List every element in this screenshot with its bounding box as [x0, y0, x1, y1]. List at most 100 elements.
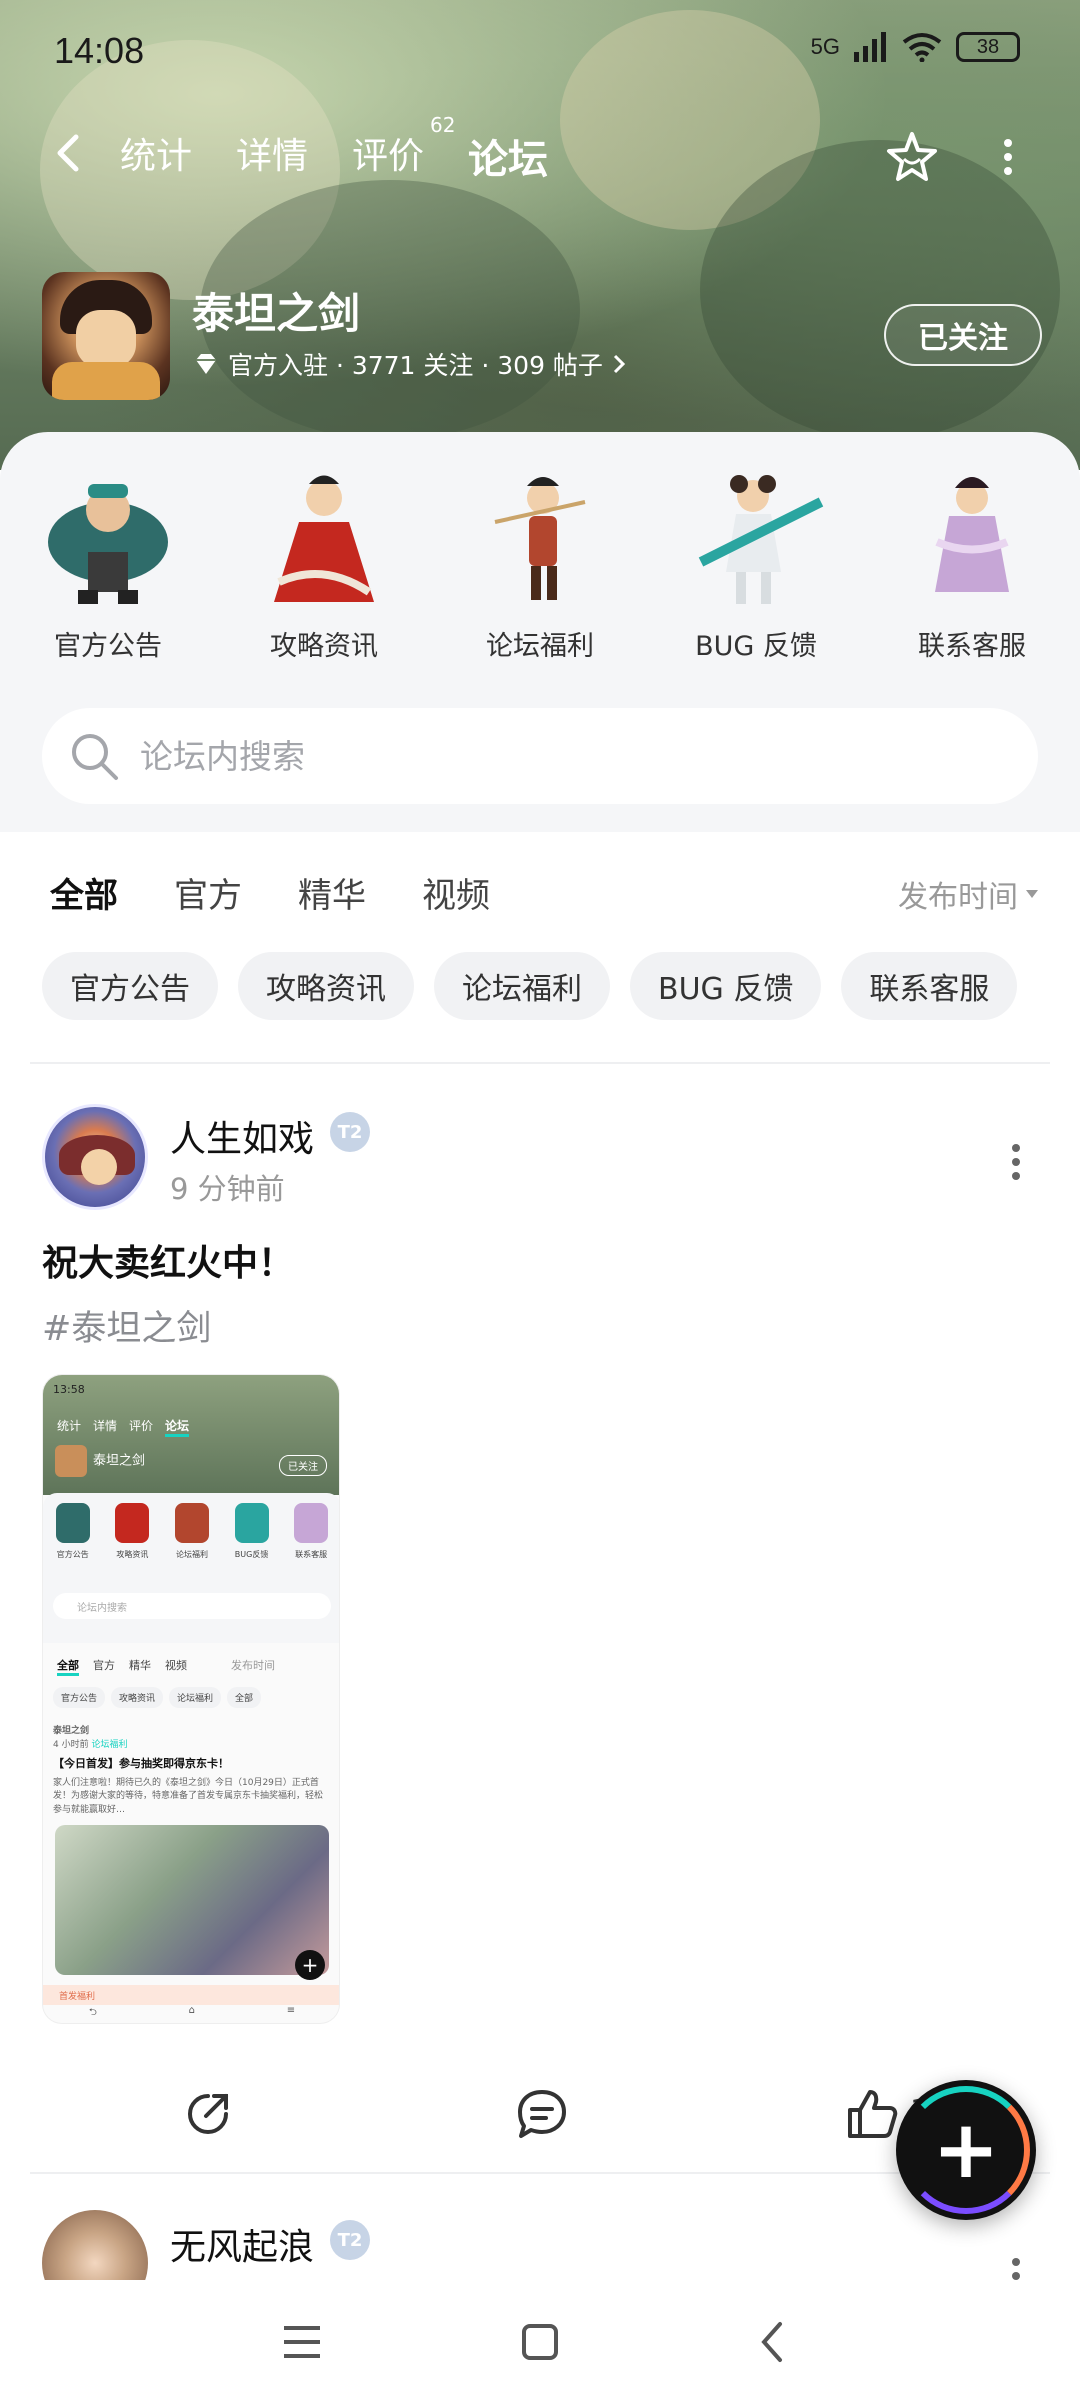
spear-girl-icon	[494, 477, 586, 600]
category-contact-support[interactable]: 联系客服	[864, 462, 1080, 663]
back-arrow-icon[interactable]	[48, 131, 92, 175]
forum-category-panel: 官方公告 攻略资讯 论坛福利 BUG 反馈 联系客服	[0, 432, 1080, 832]
divider	[30, 1062, 1050, 1064]
sort-label: 发布时间	[898, 880, 1018, 915]
tab-stats[interactable]: 统计	[120, 127, 192, 185]
game-icon[interactable]	[42, 272, 170, 400]
shot-tab: 统计	[57, 1419, 82, 1433]
category-forum-benefits[interactable]: 论坛福利	[432, 462, 648, 663]
forum-search-box[interactable]	[42, 708, 1038, 804]
divider	[30, 2172, 1050, 2174]
chip-bug-feedback[interactable]: BUG 反馈	[630, 952, 822, 1020]
post-more-icon[interactable]	[1010, 2256, 1022, 2280]
shot-cat: 联系客服	[281, 1503, 339, 1560]
post-hashtag[interactable]: #泰坦之剑	[42, 1300, 211, 1351]
status-bar: 14:08 5G 38	[0, 0, 1080, 100]
plus-icon: +	[932, 2103, 1000, 2196]
game-meta[interactable]: 官方入驻 · 3771 关注 · 309 帖子	[192, 346, 627, 382]
purple-lady-icon	[935, 477, 1009, 592]
category-label: BUG 反馈	[695, 631, 817, 662]
shot-categories: 官方公告 攻略资讯 论坛福利 BUG反馈 联系客服	[43, 1503, 339, 1560]
back-icon[interactable]	[752, 2320, 796, 2364]
shot-tab: 评价	[129, 1419, 154, 1433]
tab-forum[interactable]: 论坛	[464, 127, 553, 193]
tab-details[interactable]: 详情	[236, 127, 308, 185]
level-number: 2	[349, 1121, 363, 1143]
filter-tab-all[interactable]: 全部	[50, 868, 118, 923]
signal-icon	[854, 32, 886, 62]
comment-icon[interactable]	[512, 2084, 572, 2144]
like-thumb-icon[interactable]	[842, 2084, 902, 2144]
shot-game-name: 泰坦之剑	[93, 1453, 146, 1469]
filter-tab-official[interactable]: 官方	[174, 868, 242, 917]
filter-tabs: 全部 官方 精华 视频	[50, 868, 490, 923]
shot-filter-tabs: 全部 官方 精华 视频 发布时间	[57, 1657, 275, 1676]
follow-button[interactable]: 已关注	[884, 304, 1042, 366]
shot-status-time: 13:58	[53, 1383, 85, 1396]
chip-forum-benefits[interactable]: 论坛福利	[434, 952, 610, 1020]
avatar[interactable]	[42, 2210, 148, 2280]
home-square-icon[interactable]	[518, 2320, 562, 2364]
shot-post-image	[55, 1825, 329, 1975]
top-nav: 统计 详情 评价 论坛 62	[0, 113, 1080, 195]
post-author[interactable]: 无风起浪	[170, 2218, 314, 2270]
wifi-icon	[902, 33, 942, 62]
shot-panel: 官方公告 攻略资讯 论坛福利 BUG反馈 联系客服 论坛内搜索	[43, 1493, 339, 1643]
shot-cat: 官方公告	[43, 1503, 103, 1560]
tab-reviews[interactable]: 评价	[352, 127, 424, 185]
network-label: 5G	[810, 34, 840, 59]
post-image[interactable]: 13:58 统计 详情 评价 论坛 泰坦之剑 已关注 官方公告 攻略资讯 论坛福…	[42, 1374, 340, 2024]
category-bug-feedback[interactable]: BUG 反馈	[648, 462, 864, 663]
shot-post: 泰坦之剑 4 小时前 论坛福利 【今日首发】参与抽奖即得京东卡！ 家人们注意啦！…	[53, 1726, 324, 1815]
shot-sysnav: ⮌ ⌂ ≡	[88, 2005, 296, 2018]
shot-search: 论坛内搜索	[53, 1593, 331, 1619]
menu-icon[interactable]	[280, 2320, 324, 2364]
post-filters: 全部 官方 精华 视频 发布时间 官方公告 攻略资讯 论坛福利 BUG 反馈 联…	[0, 832, 1080, 1062]
search-input[interactable]	[140, 736, 940, 776]
game-banner: 14:08 5G 38 统计 详情 评价 论坛 62 泰坦之剑 官方入驻 · 3…	[0, 0, 1080, 470]
category-official-announcement[interactable]: 官方公告	[0, 462, 216, 663]
shot-chips: 官方公告 攻略资讯 论坛福利 全部	[53, 1687, 262, 1708]
create-post-button[interactable]: +	[896, 2080, 1036, 2220]
post-title: 祝大卖红火中！	[42, 1243, 295, 1284]
category-label: 官方公告	[54, 631, 162, 662]
chevron-right-icon	[613, 354, 626, 374]
avatar[interactable]	[42, 1104, 148, 1210]
shot-cat: BUG反馈	[222, 1503, 282, 1560]
shot-game: 泰坦之剑	[55, 1445, 145, 1477]
warrior-figure-icon	[48, 484, 168, 604]
shot-cat: 论坛福利	[162, 1503, 222, 1560]
filter-tab-featured[interactable]: 精华	[298, 868, 366, 917]
category-guides-news[interactable]: 攻略资讯	[216, 462, 432, 663]
blade-girl-icon	[698, 475, 824, 604]
shot-tab: 论坛	[165, 1417, 190, 1437]
search-icon	[72, 734, 118, 780]
category-label: 联系客服	[918, 631, 1026, 662]
level-badge: T2	[330, 2220, 370, 2260]
shot-follow: 已关注	[279, 1455, 327, 1476]
game-meta-text: 官方入驻 · 3771 关注 · 309 帖子	[228, 351, 603, 380]
shot-band: 首发福利	[43, 1985, 339, 2005]
post-author[interactable]: 人生如戏	[170, 1110, 314, 1162]
post-more-icon[interactable]	[1010, 1142, 1022, 1182]
sort-dropdown[interactable]: 发布时间	[898, 872, 1040, 916]
more-vertical-icon[interactable]	[1002, 137, 1014, 177]
chip-guides-news[interactable]: 攻略资讯	[238, 952, 414, 1020]
chip-contact-support[interactable]: 联系客服	[841, 952, 1018, 1020]
category-list: 官方公告 攻略资讯 论坛福利 BUG 反馈 联系客服	[0, 462, 1080, 663]
category-label: 论坛福利	[486, 631, 594, 662]
level-number: 2	[349, 2229, 363, 2251]
star-favorite-icon[interactable]	[884, 129, 940, 185]
level-badge: T2	[330, 1112, 370, 1152]
filter-tab-video[interactable]: 视频	[422, 868, 490, 917]
post-time: 9 分钟前	[170, 1172, 285, 1206]
lady-red-dress-icon	[274, 475, 374, 602]
category-label: 攻略资讯	[270, 631, 378, 662]
game-info: 泰坦之剑 官方入驻 · 3771 关注 · 309 帖子 已关注	[42, 272, 1042, 402]
chip-official-announcement[interactable]: 官方公告	[42, 952, 218, 1020]
shot-fab: +	[295, 1950, 325, 1980]
share-icon[interactable]	[178, 2084, 238, 2144]
top-tabs: 统计 详情 评价 论坛	[120, 127, 553, 193]
status-time: 14:08	[54, 30, 145, 71]
category-chips: 官方公告 攻略资讯 论坛福利 BUG 反馈 联系客服	[42, 952, 1018, 1020]
